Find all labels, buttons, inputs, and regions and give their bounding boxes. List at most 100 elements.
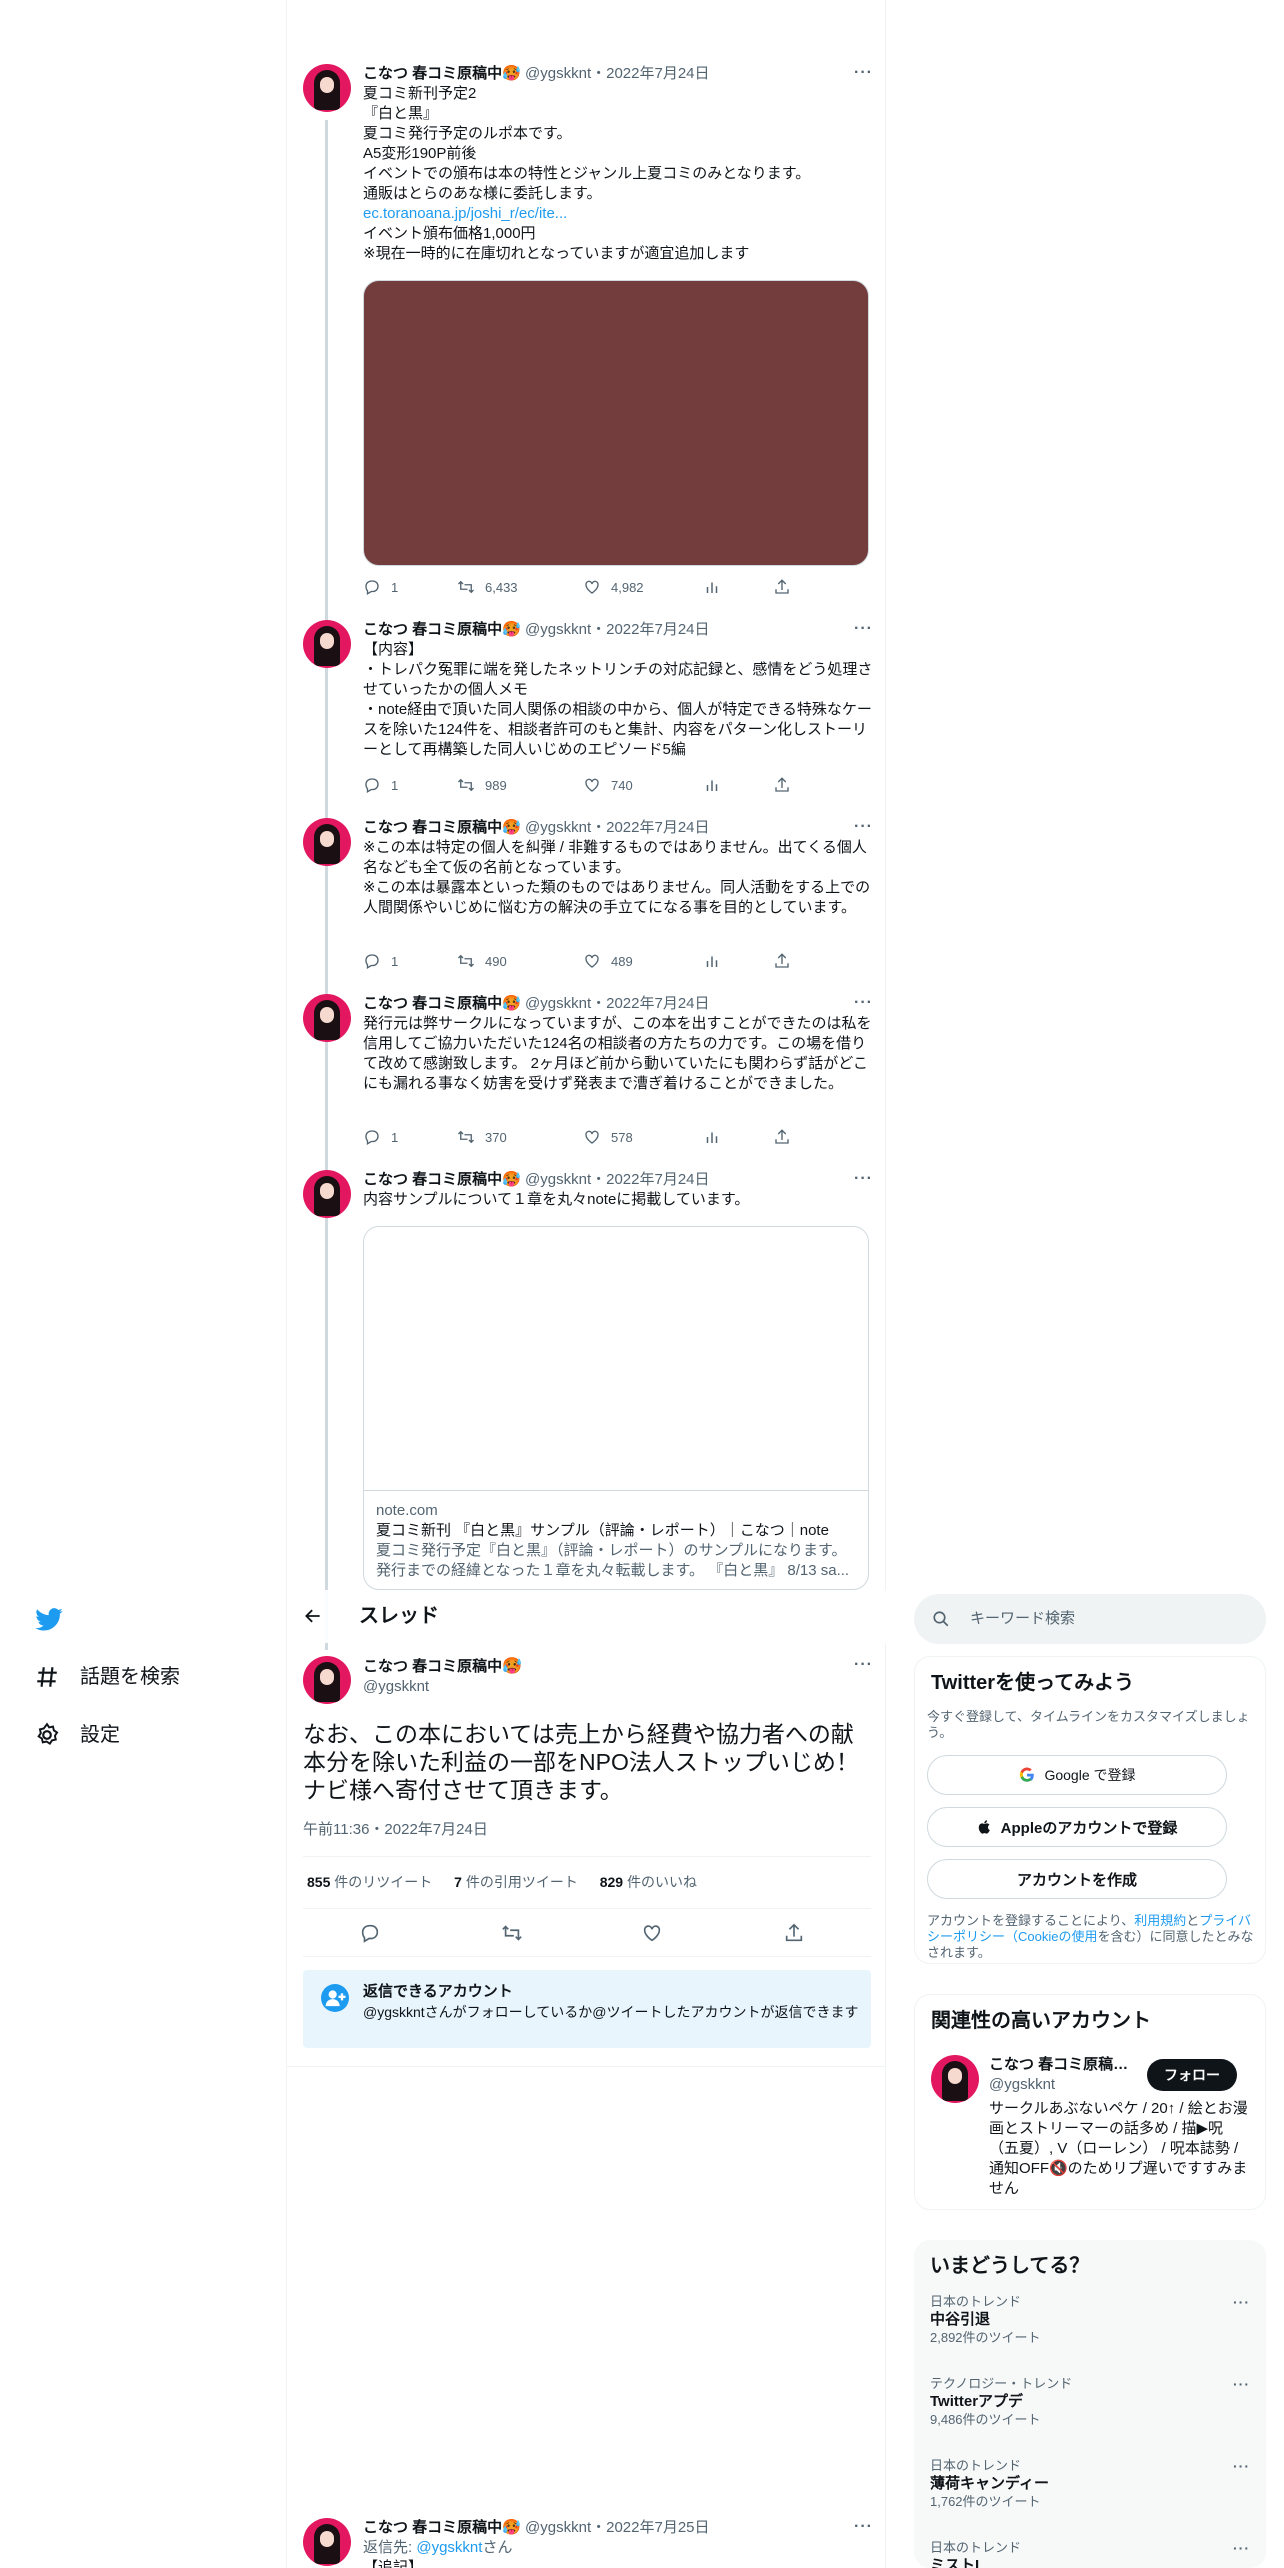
author-name[interactable]: こなつ 春コミ原稿中 <box>363 621 502 638</box>
like-button[interactable]: 489 <box>583 952 633 970</box>
like-button[interactable]: 578 <box>583 1128 633 1146</box>
tweet-link[interactable]: ec.toranoana.jp/joshi_r/ec/ite... <box>363 204 873 224</box>
trend-item[interactable]: 日本のトレンド 中谷引退 2,892件のツイート ··· <box>930 2294 1250 2346</box>
related-handle[interactable]: @ygskknt <box>989 2075 1055 2095</box>
emoji: 🥵 <box>502 65 521 82</box>
retweet-count-link[interactable]: 855 件のリツイート <box>307 1874 432 1890</box>
thread-tweet[interactable]: こなつ 春コミ原稿中🥵 @ygskknt・2022年7月24日 ··· ※この本… <box>303 818 873 978</box>
share-button[interactable] <box>773 776 791 794</box>
avatar[interactable] <box>931 2055 979 2103</box>
media-image[interactable] <box>363 280 869 566</box>
nav-settings[interactable]: 設定 <box>34 1720 120 1750</box>
more-icon[interactable]: ··· <box>854 818 873 836</box>
avatar[interactable] <box>303 620 351 668</box>
handle-date[interactable]: @ygskknt・2022年7月24日 <box>525 819 709 836</box>
author-name[interactable]: こなつ 春コミ原稿中 <box>363 2519 502 2536</box>
like-count-link[interactable]: 829 件のいいね <box>600 1874 697 1890</box>
handle-date[interactable]: @ygskknt・2022年7月24日 <box>525 995 709 1012</box>
link-card[interactable]: note.com 夏コミ新刊 『白と黒』サンプル（評論・レポート）｜こなつ｜no… <box>363 1226 869 1590</box>
more-icon[interactable]: ··· <box>854 620 873 638</box>
thread-tweet[interactable]: こなつ 春コミ原稿中🥵 @ygskknt・2022年7月24日 ··· 内容サン… <box>303 1170 873 1590</box>
retweet-button[interactable]: 989 <box>457 776 507 794</box>
share-button[interactable] <box>773 952 791 970</box>
related-bio: サークルあぶないペケ / 20↑ / 絵とお漫画とストリーマーの話多め / 描▶… <box>989 2100 1248 2197</box>
reply-tweet[interactable]: こなつ 春コミ原稿中🥵 @ygskknt・2022年7月25日 ··· 返信先:… <box>303 2518 873 2568</box>
more-icon[interactable]: ··· <box>854 2518 873 2536</box>
main-column: こなつ 春コミ原稿中🥵 @ygskknt・2022年7月24日 ··· 夏コミ新… <box>286 0 887 2568</box>
handle-date[interactable]: @ygskknt・2022年7月24日 <box>525 1171 709 1188</box>
more-icon[interactable]: ··· <box>854 1170 873 1188</box>
like-button[interactable]: 740 <box>583 776 633 794</box>
handle-date[interactable]: @ygskknt・2022年7月24日 <box>525 65 709 82</box>
more-icon[interactable]: ··· <box>1233 2458 1250 2474</box>
author-name[interactable]: こなつ 春コミ原稿中 <box>363 819 502 836</box>
tweet-text: 内容サンプルについて１章を丸々noteに掲載しています。 <box>363 1191 750 1208</box>
more-icon[interactable]: ··· <box>854 994 873 1012</box>
emoji: 🥵 <box>502 1171 521 1188</box>
handle-date[interactable]: @ygskknt・2022年7月25日 <box>525 2519 709 2536</box>
thread-header: スレッド <box>287 1590 887 1643</box>
user-icon <box>321 1984 349 2012</box>
author-name[interactable]: こなつ 春コミ原稿中 <box>363 1658 502 1675</box>
author-name[interactable]: こなつ 春コミ原稿中 <box>363 1171 502 1188</box>
tweet-text: 【追記】 <box>363 2559 424 2568</box>
trend-name: Twitterアプデ <box>930 2393 1024 2410</box>
quote-count-link[interactable]: 7 件の引用ツイート <box>454 1874 578 1890</box>
notice-title: 返信できるアカウント <box>363 1983 513 2000</box>
apple-signup-button[interactable]: Appleのアカウントで登録 <box>927 1807 1227 1847</box>
nav-explore[interactable]: 話題を検索 <box>34 1662 180 1692</box>
share-button[interactable] <box>773 578 791 596</box>
reply-to-handle[interactable]: @ygskknt <box>416 2539 482 2556</box>
analytics-button[interactable] <box>703 952 721 970</box>
like-button[interactable]: 4,982 <box>583 578 644 596</box>
related-name[interactable]: こなつ 春コミ原稿中... <box>989 2055 1139 2075</box>
create-account-button[interactable]: アカウントを作成 <box>927 1859 1227 1899</box>
retweet-button[interactable]: 6,433 <box>457 578 518 596</box>
thread-tweet[interactable]: こなつ 春コミ原稿中🥵 @ygskknt・2022年7月24日 ··· 【内容】… <box>303 620 873 800</box>
retweet-icon[interactable] <box>501 1922 523 1944</box>
more-icon[interactable]: ··· <box>854 1656 873 1674</box>
heart-icon[interactable] <box>641 1922 663 1944</box>
follow-button[interactable]: フォロー <box>1147 2059 1237 2091</box>
avatar[interactable] <box>303 2518 351 2566</box>
share-button[interactable] <box>773 1128 791 1146</box>
avatar[interactable] <box>303 1656 351 1704</box>
trend-item[interactable]: 日本のトレンド 薄荷キャンディー 1,762件のツイート ··· <box>930 2458 1250 2510</box>
more-icon[interactable]: ··· <box>854 64 873 82</box>
avatar[interactable] <box>303 1170 351 1218</box>
terms-link[interactable]: 利用規約 <box>1134 1913 1186 1928</box>
retweet-button[interactable]: 370 <box>457 1128 507 1146</box>
reply-icon[interactable] <box>359 1922 381 1944</box>
share-icon[interactable] <box>783 1922 805 1944</box>
reply-button[interactable]: 1 <box>363 776 398 794</box>
analytics-button[interactable] <box>703 776 721 794</box>
author-name[interactable]: こなつ 春コミ原稿中 <box>363 995 502 1012</box>
more-icon[interactable]: ··· <box>1233 2540 1250 2556</box>
more-icon[interactable]: ··· <box>1233 2294 1250 2310</box>
twitter-logo-icon[interactable] <box>34 1604 64 1634</box>
more-icon[interactable]: ··· <box>1233 2376 1250 2392</box>
analytics-button[interactable] <box>703 1128 721 1146</box>
thread-tweet[interactable]: こなつ 春コミ原稿中🥵 @ygskknt・2022年7月24日 ··· 発行元は… <box>303 994 873 1154</box>
reply-button[interactable]: 1 <box>363 578 398 596</box>
tweet-timestamp[interactable]: 午前11:36・2022年7月24日 <box>303 1820 488 1840</box>
trend-item[interactable]: 日本のトレンド ミストL ··· <box>930 2540 1250 2568</box>
related-title: 関連性の高いアカウント <box>931 2010 1151 2032</box>
avatar[interactable] <box>303 994 351 1042</box>
thread-tweet[interactable]: こなつ 春コミ原稿中🥵 @ygskknt・2022年7月24日 ··· 夏コミ新… <box>303 64 873 604</box>
search-input[interactable]: キーワード検索 <box>914 1594 1266 1644</box>
author-name[interactable]: こなつ 春コミ原稿中 <box>363 65 502 82</box>
reply-button[interactable]: 1 <box>363 952 398 970</box>
avatar[interactable] <box>303 818 351 866</box>
back-arrow-icon[interactable] <box>303 1606 323 1626</box>
retweet-button[interactable]: 490 <box>457 952 507 970</box>
handle-date[interactable]: @ygskknt・2022年7月24日 <box>525 621 709 638</box>
analytics-button[interactable] <box>703 578 721 596</box>
author-handle[interactable]: @ygskknt <box>363 1677 873 1697</box>
trend-item[interactable]: テクノロジー・トレンド Twitterアプデ 9,486件のツイート ··· <box>930 2376 1250 2428</box>
trends-title: いまどうしてる？ <box>930 2255 1090 2277</box>
avatar[interactable] <box>303 64 351 112</box>
reply-icon <box>365 778 379 793</box>
google-signup-button[interactable]: Google で登録 <box>927 1755 1227 1795</box>
reply-button[interactable]: 1 <box>363 1128 398 1146</box>
